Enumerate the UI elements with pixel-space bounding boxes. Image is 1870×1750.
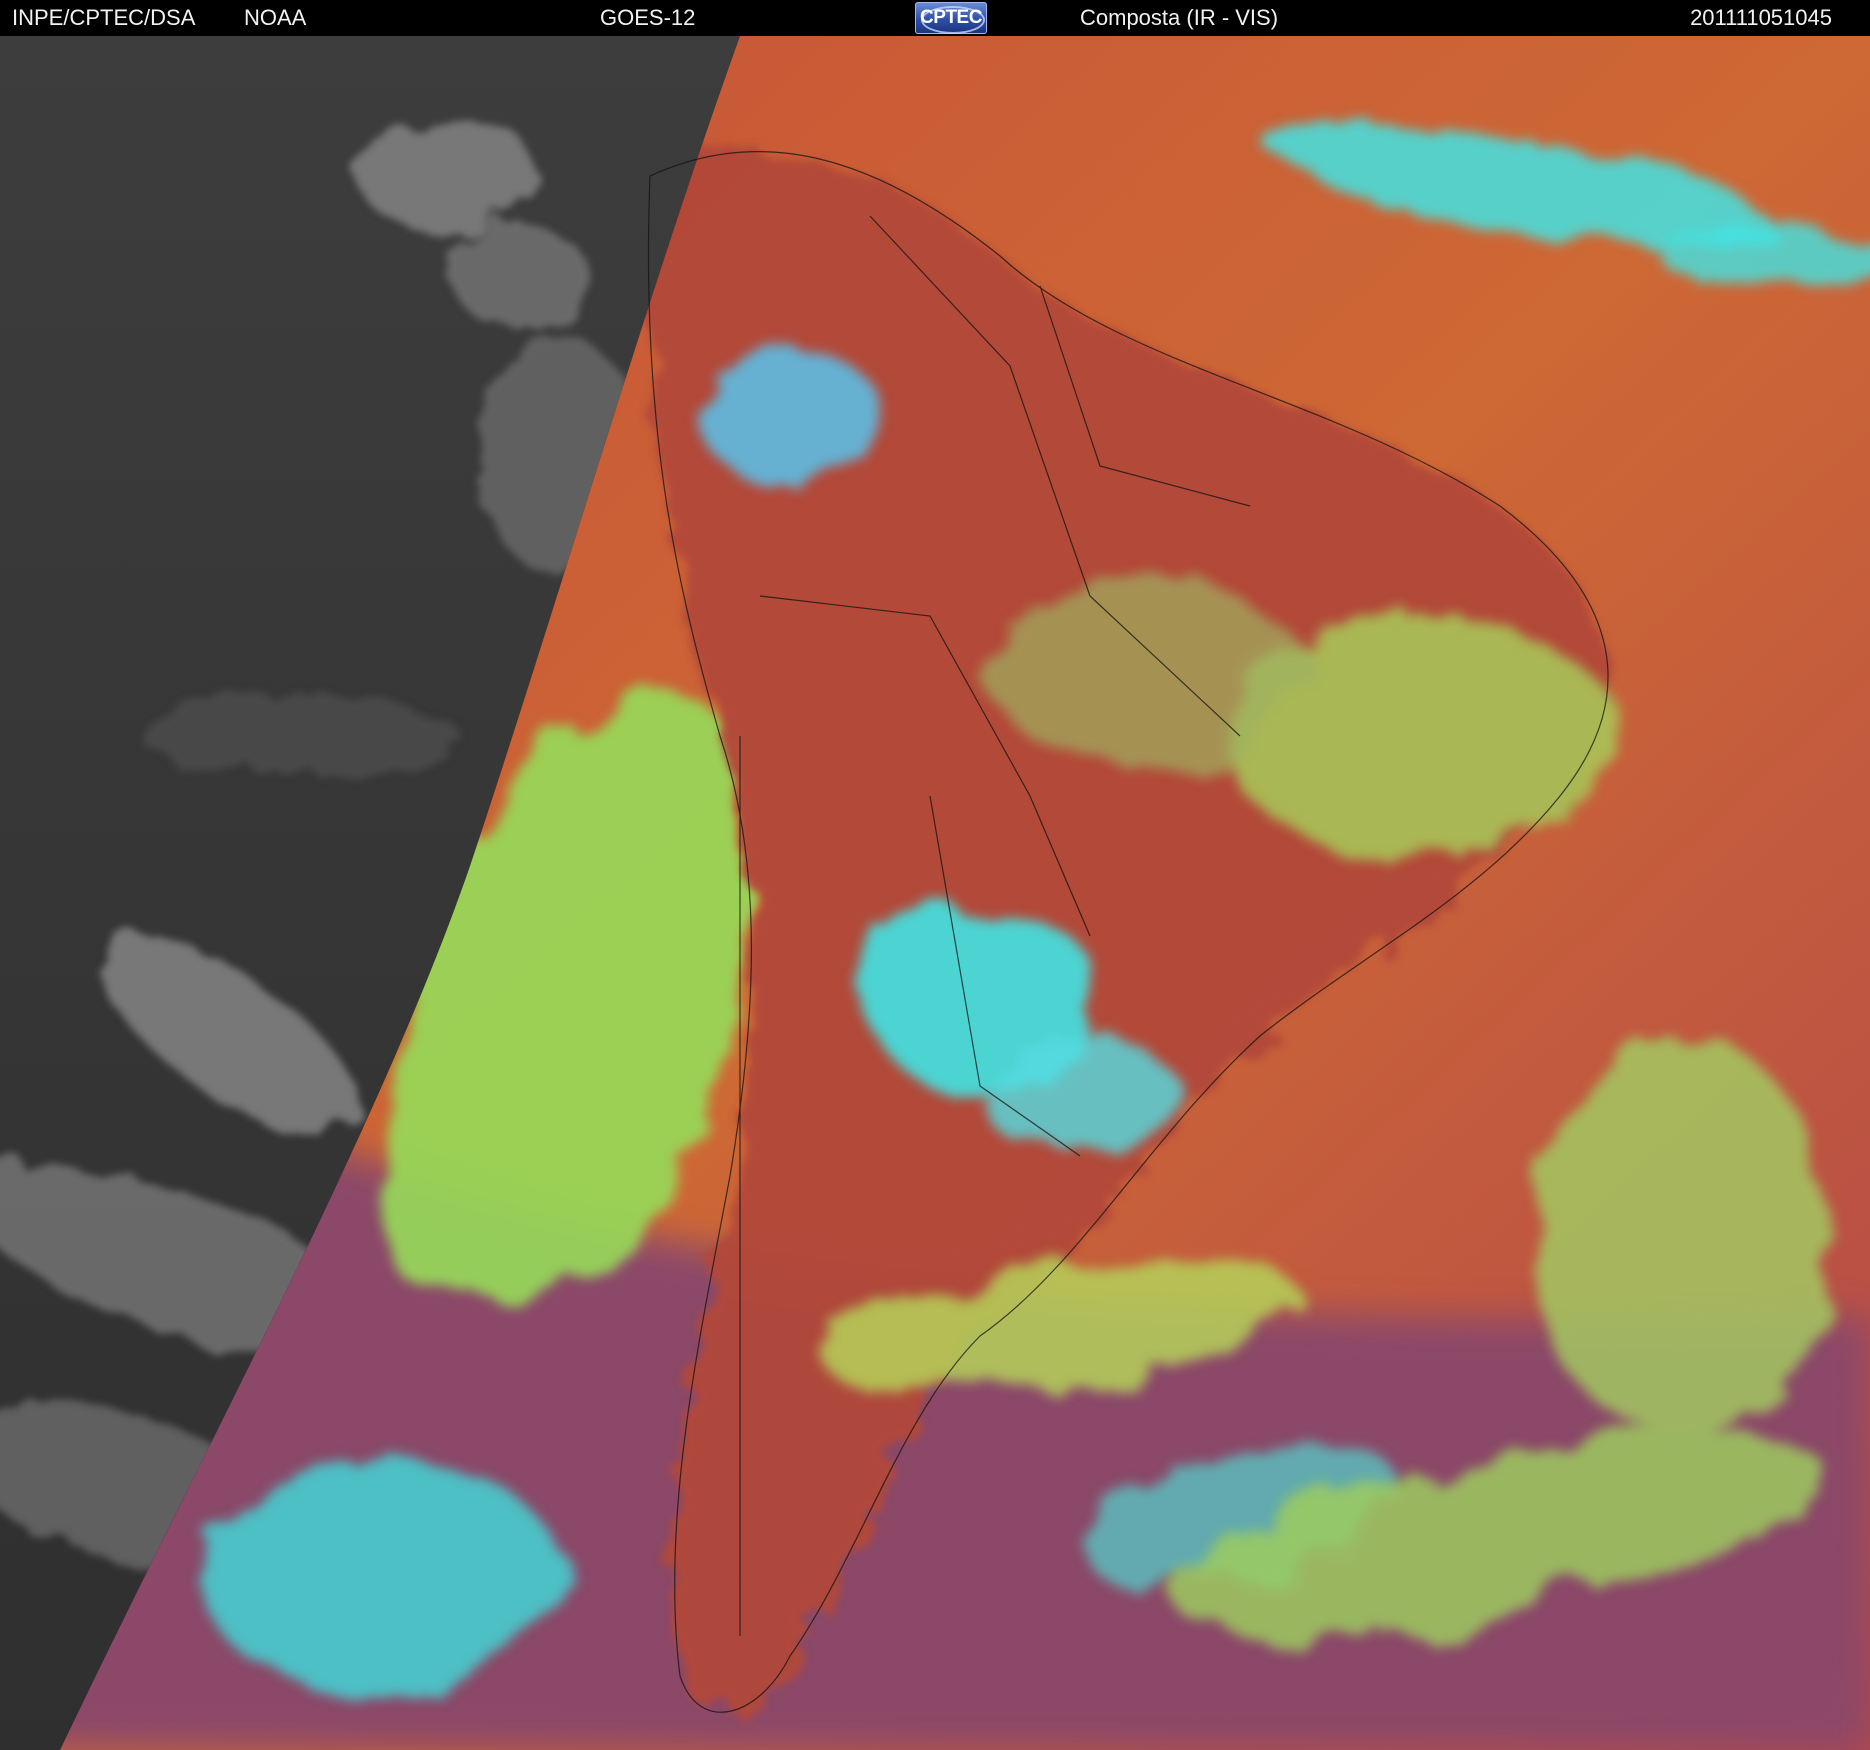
- product-label: Composta (IR - VIS): [1080, 5, 1279, 30]
- agency-label: NOAA: [244, 5, 307, 30]
- cptec-logo: CPTEC: [915, 2, 987, 34]
- satellite-image-frame: INPE/CPTEC/DSA NOAA GOES-12 CPTEC Compos…: [0, 0, 1870, 1750]
- timestamp-label: 201111051045: [1690, 5, 1832, 30]
- satellite-label: GOES-12: [600, 5, 696, 30]
- logo-text: CPTEC: [920, 7, 982, 28]
- organization-label: INPE/CPTEC/DSA: [12, 5, 196, 30]
- composite-satellite-imagery: [0, 36, 1870, 1750]
- image-header-bar: INPE/CPTEC/DSA NOAA GOES-12 CPTEC Compos…: [0, 0, 1870, 36]
